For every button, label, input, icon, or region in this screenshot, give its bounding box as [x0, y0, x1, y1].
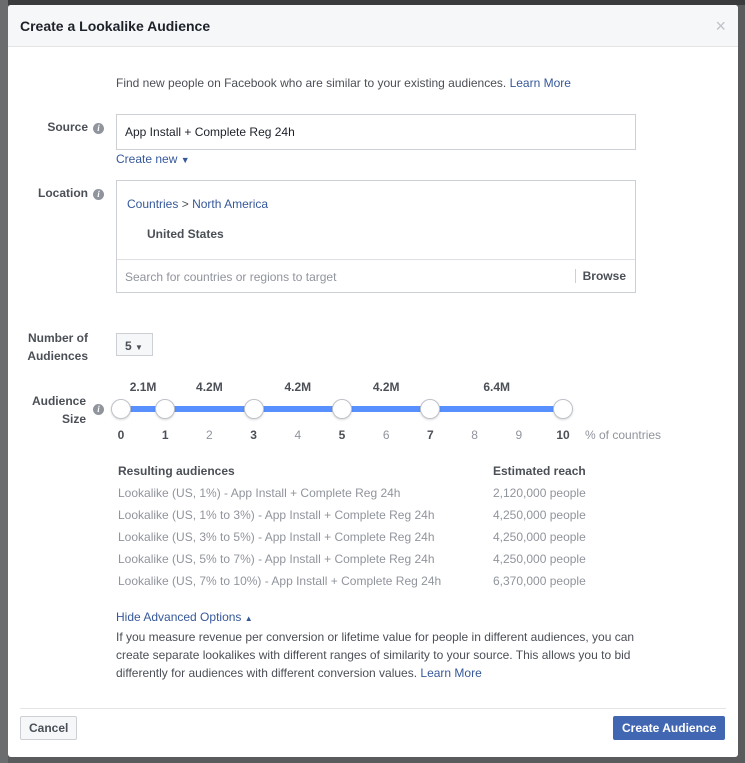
browse-button[interactable]: Browse — [574, 269, 626, 283]
info-icon[interactable]: i — [93, 404, 104, 415]
learn-more-link[interactable]: Learn More — [510, 76, 571, 90]
tick-label: 3 — [250, 428, 257, 442]
dialog-title: Create a Lookalike Audience — [20, 18, 211, 34]
result-reach: 6,370,000 people — [493, 574, 586, 588]
number-of-audiences-label: Number of Audiences — [27, 331, 88, 363]
selected-location: United States — [147, 227, 224, 241]
segment-size-label: 4.2M — [196, 380, 223, 394]
page-backdrop-left — [0, 0, 8, 763]
intro-text: Find new people on Facebook who are simi… — [116, 76, 507, 90]
unit-label: % of countries — [585, 428, 662, 442]
tick-label: 6 — [382, 428, 390, 442]
result-name: Lookalike (US, 1%) - App Install + Compl… — [118, 486, 401, 500]
segment-size-label: 4.2M — [372, 380, 400, 394]
footer-divider — [20, 708, 726, 709]
advanced-description: If you measure revenue per conversion or… — [116, 630, 635, 680]
dialog-header: Create a Lookalike Audience × — [8, 5, 738, 47]
location-box: Countries > North America United States … — [116, 180, 636, 293]
tick-label: 5 — [338, 428, 346, 442]
caret-up-icon: ▲ — [244, 614, 253, 623]
source-label: Source — [47, 120, 88, 134]
caret-down-icon: ▼ — [180, 155, 190, 165]
breadcrumb-north-america[interactable]: North America — [192, 197, 268, 211]
slider-handle[interactable] — [243, 399, 264, 419]
info-icon[interactable]: i — [93, 123, 104, 134]
segment-size-label: 6.4M — [483, 380, 511, 394]
source-input[interactable]: App Install + Complete Reg 24h — [116, 114, 636, 150]
tick-label: 9 — [515, 428, 523, 442]
advanced-learn-more-link[interactable]: Learn More — [420, 666, 481, 680]
result-reach: 4,250,000 people — [493, 552, 586, 566]
location-search-input[interactable]: Search for countries or regions to targe… — [125, 270, 336, 284]
slider-handle[interactable] — [332, 399, 352, 419]
results-header-audiences: Resulting audiences — [118, 464, 235, 478]
tick-label: 1 — [161, 428, 169, 442]
cancel-button[interactable]: Cancel — [20, 716, 78, 740]
result-name: Lookalike (US, 7% to 10%) - App Install … — [118, 574, 442, 588]
location-label: Location — [38, 186, 88, 200]
create-new-dropdown[interactable]: Create new ▼ — [116, 152, 190, 166]
hide-advanced-options-toggle[interactable]: Hide Advanced Options ▲ — [116, 610, 253, 624]
segment-size-label: 2.1M — [129, 380, 157, 394]
breadcrumb-sep: > — [181, 197, 189, 211]
result-name: Lookalike (US, 1% to 3%) - App Install +… — [118, 508, 435, 522]
number-of-audiences-select[interactable]: 5 ▼ — [116, 333, 153, 356]
slider-handle[interactable] — [111, 399, 131, 419]
results-header-reach: Estimated reach — [493, 464, 586, 478]
intro: Find new people on Facebook who are simi… — [116, 76, 571, 90]
segment-size-label: 4.2M — [284, 380, 312, 394]
result-name: Lookalike (US, 5% to 7%) - App Install +… — [118, 552, 435, 566]
tick-label: 4 — [294, 428, 302, 442]
breadcrumb-countries[interactable]: Countries — [127, 197, 178, 211]
tick-label: 10 — [556, 428, 570, 442]
result-name: Lookalike (US, 3% to 5%) - App Install +… — [118, 530, 435, 544]
create-audience-button[interactable]: Create Audience — [613, 716, 726, 740]
tick-label: 8 — [471, 428, 478, 442]
tick-label: 0 — [117, 428, 125, 442]
result-reach: 2,120,000 people — [493, 486, 586, 500]
slider-handle[interactable] — [553, 399, 573, 419]
close-icon[interactable]: × — [715, 16, 726, 37]
caret-down-icon: ▼ — [135, 343, 143, 352]
tick-label: 2 — [206, 428, 213, 442]
audience-size-label: Audience Size — [31, 394, 86, 426]
result-reach: 4,250,000 people — [493, 530, 586, 544]
result-reach: 4,250,000 people — [493, 508, 586, 522]
info-icon[interactable]: i — [93, 189, 104, 200]
tick-label: 7 — [427, 428, 434, 442]
